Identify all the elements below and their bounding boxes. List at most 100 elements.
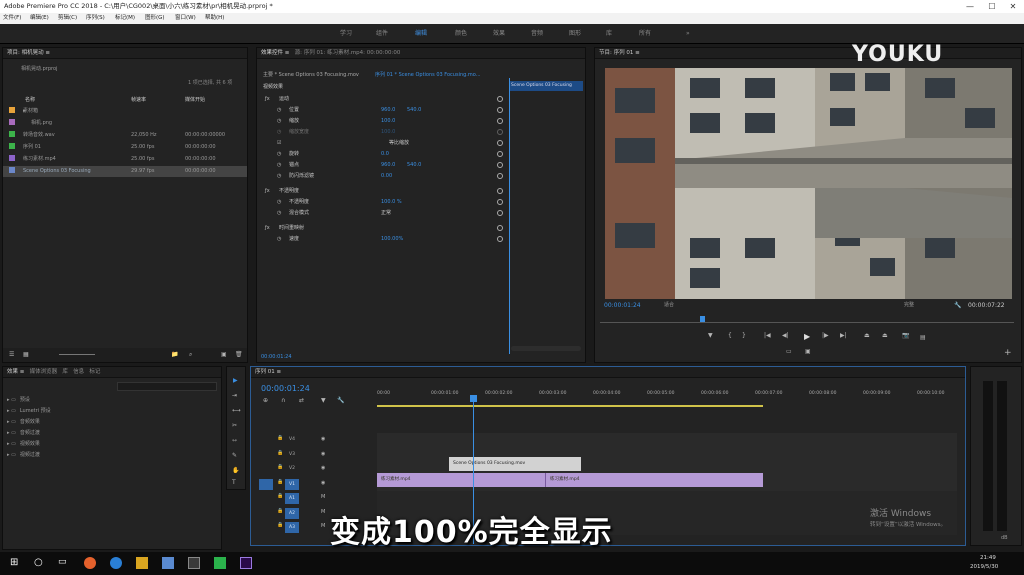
ws-color[interactable]: 颜色 [455,24,467,44]
menu-sequence[interactable]: 序列(S) [86,13,105,24]
mute-icon[interactable]: M [321,509,325,515]
effects-folder[interactable]: ▸ ▭ 视频效果 [7,439,40,450]
play-icon[interactable]: ▶ [804,332,810,341]
master-clip[interactable]: 主要 * Scene Options 03 Focusing.mov [263,70,359,81]
tab-info[interactable]: 信息 [73,369,84,375]
col-header-name[interactable]: 名称 [25,95,35,106]
mark-in-icon[interactable]: { [728,332,732,339]
eye-icon[interactable]: ◉ [321,465,325,471]
tab-effect-controls[interactable]: 效果控件 [261,50,283,56]
timeline-playhead-handle[interactable] [470,395,477,402]
ws-effects[interactable]: 效果 [493,24,505,44]
reset-icon[interactable] [497,151,503,157]
ws-audio[interactable]: 音频 [531,24,543,44]
ws-editing[interactable]: 编辑 [415,24,427,44]
timeline-settings-icon[interactable]: 🔧 [337,397,344,404]
effect-property-row[interactable]: ◷ 不透明度 100.0 % [257,197,507,208]
col-header-start[interactable]: 媒体开始 [185,95,205,106]
reset-icon[interactable] [497,107,503,113]
fit-dropdown[interactable]: 适合 [664,300,674,311]
track-lane[interactable] [377,491,957,506]
property-value[interactable]: 960.0 [381,105,395,116]
clip-v2-scene-options[interactable]: Scene Options 03 Focusing.mov [449,457,581,471]
type-tool-icon[interactable]: T [232,479,236,486]
effect-property-row[interactable]: ◷ 位置 960.0 540.0 [257,105,507,116]
close-button[interactable]: ✕ [1003,0,1023,13]
go-to-in-icon[interactable]: |◀ [764,332,771,339]
firefox-icon[interactable] [84,557,96,569]
track-label[interactable]: A2 [285,507,299,519]
selection-tool-icon[interactable]: ▶ [233,377,238,384]
reset-icon[interactable] [497,210,503,216]
ec-timecode[interactable]: 00:00:01:24 [261,352,292,363]
export-frame-icon[interactable]: 📷 [902,332,909,339]
stopwatch-icon[interactable]: ◷ [277,171,281,182]
track-label[interactable]: A1 [285,493,299,504]
effects-folder[interactable]: ▸ ▭ 视频过渡 [7,450,40,461]
browser-icon[interactable] [110,557,122,569]
proxy-toggle-icon[interactable]: ▣ [805,348,811,355]
eye-icon[interactable]: ◉ [321,451,325,457]
fx-badge-icon[interactable]: ƒx [265,94,270,105]
maximize-button[interactable]: ☐ [982,0,1002,13]
minimize-button[interactable]: — [960,0,980,13]
effect-property-row[interactable]: ƒx 时间重映射 [257,223,507,234]
track-label[interactable]: V2 [289,466,295,471]
ws-learn[interactable]: 学习 [340,24,352,44]
linked-selection-icon[interactable]: ⇄ [299,397,304,404]
fx-badge-icon[interactable]: ƒx [265,186,270,197]
track-lock-icon[interactable]: 🔒 [277,435,283,441]
mute-icon[interactable]: M [321,523,325,529]
menu-help[interactable]: 帮助(H) [205,13,224,24]
project-panel-title[interactable]: 项目: 相机晃动 [7,50,44,56]
effects-folder[interactable]: ▸ ▭ 音频效果 [7,417,40,428]
effect-property-row[interactable]: ◷ 混合模式 正常 [257,208,507,219]
project-item-row[interactable]: 练习素材.mp4 25.00 fps 00:00:00:00 [3,154,247,165]
effects-search-input[interactable] [117,382,217,391]
cortana-icon[interactable]: ○ [34,557,46,569]
comparison-view-icon[interactable]: ▤ [920,334,926,341]
source-patch-v1[interactable] [259,478,273,490]
tab-media-browser[interactable]: 媒体浏览器 [30,369,58,375]
app-icon[interactable] [162,557,174,569]
clock-time[interactable]: 21:49 [980,555,996,561]
go-to-out-icon[interactable]: ▶| [840,332,847,339]
eye-icon[interactable]: ◉ [321,436,325,442]
mute-icon[interactable]: M [321,494,325,500]
program-playhead[interactable] [700,316,705,322]
ws-more-icon[interactable]: » [686,24,690,44]
premiere-icon[interactable] [240,557,252,569]
project-item-row[interactable]: 转场音效.wav 22,050 Hz 00:00:00:00000 [3,130,247,141]
reset-icon[interactable] [497,199,503,205]
property-value-2[interactable]: 540.0 [407,105,421,116]
reset-icon[interactable] [497,188,503,194]
effect-property-row[interactable]: ◷ 缩放 100.0 [257,116,507,127]
effect-property-row[interactable]: ◷ 缩放宽度 100.0 [257,127,507,138]
list-view-icon[interactable]: ☰ [9,351,14,358]
lift-icon[interactable]: ⏏ [864,332,870,339]
pen-tool-icon[interactable]: ✎ [232,452,237,459]
stopwatch-icon[interactable]: ◷ [277,105,281,116]
track-lane[interactable] [377,433,957,448]
stopwatch-icon[interactable]: ◷ [277,127,281,138]
mark-out-icon[interactable]: } [742,332,746,339]
stopwatch-icon[interactable]: ◷ [277,116,281,127]
property-value[interactable]: 100.0 % [381,197,402,208]
col-header-fps[interactable]: 帧速率 [131,95,146,106]
search-icon[interactable]: ⌕ [189,351,192,359]
tab-libraries[interactable]: 库 [62,369,68,375]
step-back-icon[interactable]: ◀| [782,332,789,339]
icon-view-icon[interactable]: ▦ [23,351,29,358]
tab-effects[interactable]: 效果 [7,369,18,375]
stopwatch-icon[interactable]: ◷ [277,160,281,171]
ws-all[interactable]: 所有 [639,24,651,44]
track-lock-icon[interactable]: 🔒 [277,450,283,456]
effect-property-row[interactable]: ◷ 防闪烁滤镜 0.00 [257,171,507,182]
effect-property-row[interactable]: ◷ 锚点 960.0 540.0 [257,160,507,171]
safe-margins-icon[interactable]: ▭ [786,348,792,355]
add-button-icon[interactable]: + [1004,348,1012,358]
add-marker-icon[interactable]: ▼ [321,397,326,404]
property-value[interactable]: 正常 [381,208,391,219]
clock-date[interactable]: 2019/5/30 [970,564,998,570]
effects-folder[interactable]: ▸ ▭ 预设 [7,395,30,406]
